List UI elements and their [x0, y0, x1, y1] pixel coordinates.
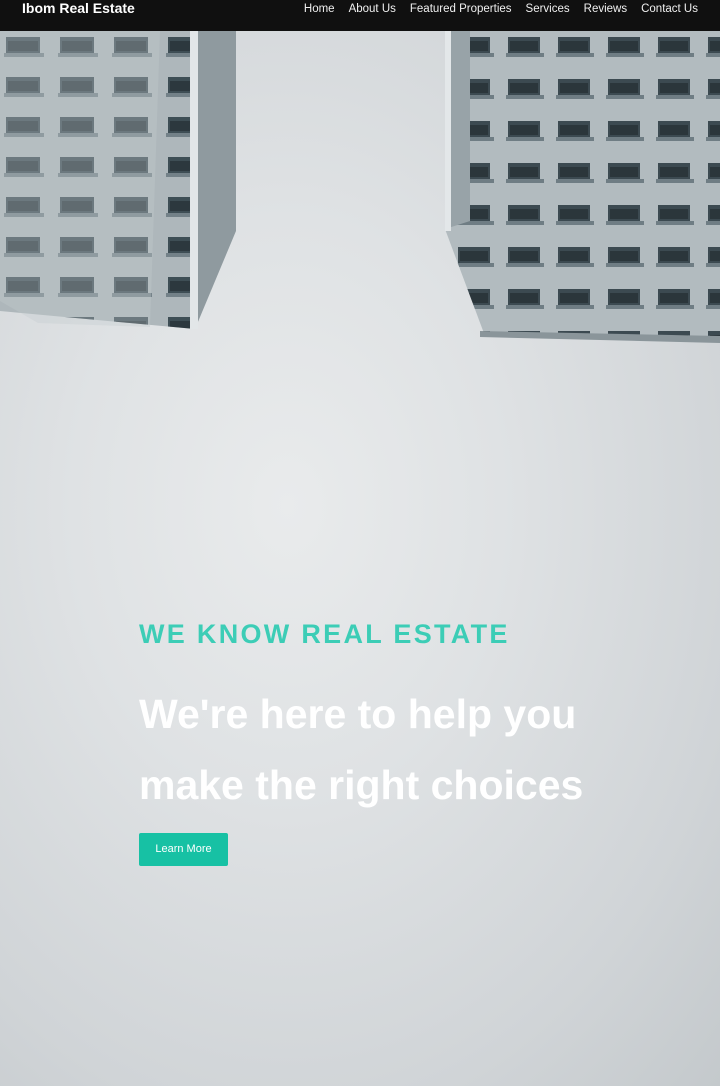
nav-link-featured-properties[interactable]: Featured Properties: [410, 3, 512, 15]
nav-link-home[interactable]: Home: [304, 3, 335, 15]
nav-link-reviews[interactable]: Reviews: [584, 3, 627, 15]
nav-menu: Home About Us Featured Properties Servic…: [304, 0, 698, 17]
brand-logo-link[interactable]: Ibom Real Estate: [22, 0, 135, 17]
nav-link-services[interactable]: Services: [526, 3, 570, 15]
hero-section: WE KNOW REAL ESTATE We're here to help y…: [0, 31, 720, 1086]
hero-eyebrow: WE KNOW REAL ESTATE: [139, 619, 510, 649]
nav-link-about-us[interactable]: About Us: [349, 3, 396, 15]
learn-more-button[interactable]: Learn More: [139, 833, 228, 866]
hero-content: WE KNOW REAL ESTATE We're here to help y…: [139, 618, 599, 866]
navbar: Ibom Real Estate Home About Us Featured …: [0, 0, 720, 31]
hero-headline: We're here to help you make the right ch…: [139, 691, 584, 808]
hero-background-buildings-image: [0, 31, 720, 343]
nav-link-contact-us[interactable]: Contact Us: [641, 3, 698, 15]
